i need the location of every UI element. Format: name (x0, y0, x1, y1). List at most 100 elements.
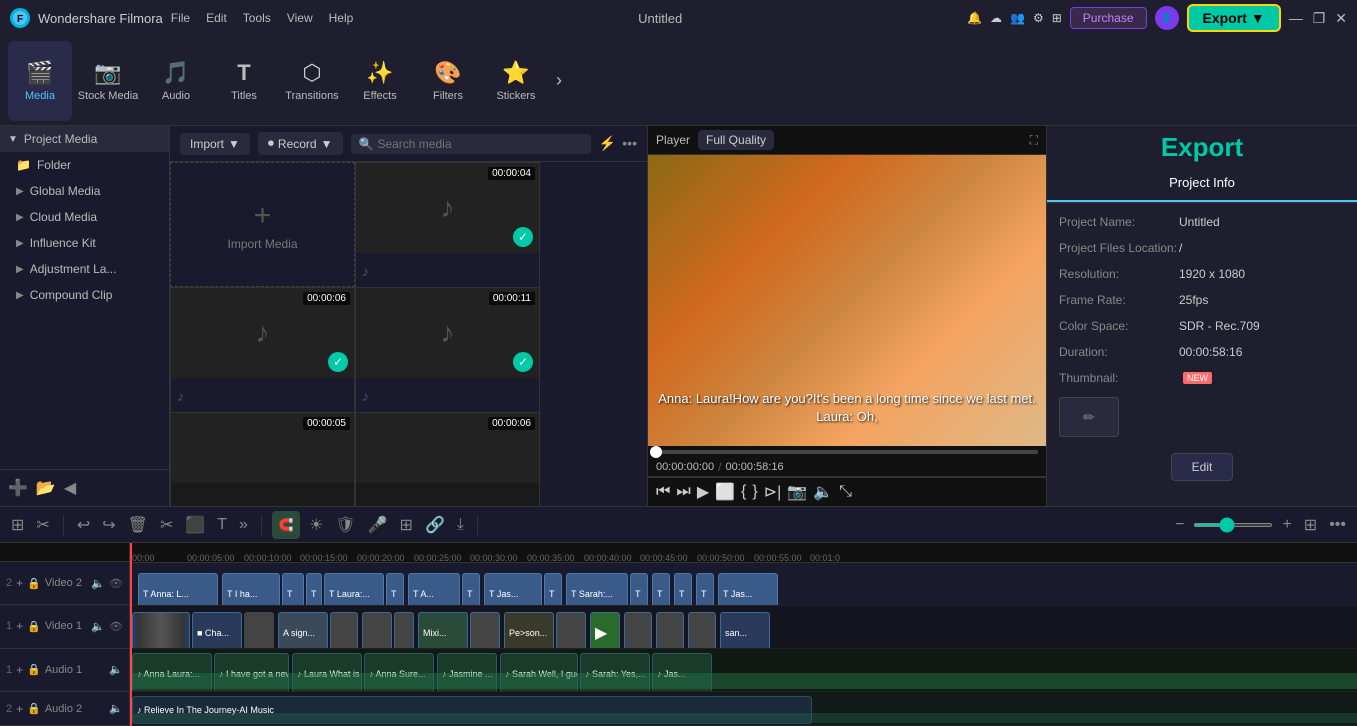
menu-tools[interactable]: Tools (243, 11, 271, 25)
track-audio-icon-a1[interactable]: 🔈 (109, 663, 123, 676)
media-card-5[interactable]: 00:00:06 ♪ (355, 412, 540, 506)
clip-v1-san[interactable]: san... (720, 612, 770, 649)
panel-item-cloud-media[interactable]: ▶ Cloud Media (0, 204, 169, 230)
tl-link-button[interactable]: 🔗 (422, 512, 448, 538)
track-audio-icon-a2[interactable]: 🔈 (109, 702, 123, 715)
toolbar-stock-media[interactable]: 📷 Stock Media (76, 41, 140, 121)
zoom-plus-button[interactable]: + (1279, 513, 1294, 537)
tab-project-info[interactable]: Project Info (1047, 165, 1357, 202)
media-card-1[interactable]: ♪ 00:00:04 ✓ ♪ (355, 162, 540, 287)
tl-text-button[interactable]: T (214, 513, 230, 537)
panel-item-global-media[interactable]: ▶ Global Media (0, 178, 169, 204)
clip-v2-3[interactable]: T (282, 573, 304, 606)
tl-more-button[interactable]: » (236, 513, 251, 537)
toolbar-stickers[interactable]: ⭐ Stickers (484, 41, 548, 121)
track-lock-icon-a1[interactable]: 🔒 (27, 663, 41, 676)
track-eye-icon-v1[interactable]: 👁 (109, 620, 123, 633)
tl-select-button[interactable]: ✂ (33, 512, 52, 538)
panel-collapse-icon[interactable]: ◀ (64, 478, 76, 498)
clip-v1-small6[interactable] (556, 612, 586, 649)
quality-button[interactable]: Full Quality (698, 130, 774, 150)
toolbar-more-arrow[interactable]: › (552, 66, 566, 95)
track-audio-icon-v2[interactable]: 🔈 (91, 577, 105, 590)
clip-v2-7[interactable]: T A... (408, 573, 460, 606)
search-input[interactable] (377, 137, 582, 151)
clip-v1-small9[interactable] (688, 612, 716, 649)
snapshot-button[interactable]: 📷 (787, 482, 807, 502)
menu-file[interactable]: File (171, 11, 190, 25)
clip-v1-cha[interactable]: ■ Cha... (192, 612, 242, 649)
mark-in-button[interactable]: { (741, 483, 746, 501)
tl-delete-button[interactable]: 🗑 (125, 512, 151, 538)
clip-v2-2[interactable]: T I ha... (222, 573, 280, 606)
tl-redo-button[interactable]: ↪ (99, 512, 118, 538)
media-card-2[interactable]: ♪ 00:00:06 ✓ ♪ (170, 287, 355, 412)
clip-v2-16[interactable]: T Jas... (718, 573, 778, 606)
clip-v1-sign[interactable]: A sign... (278, 612, 328, 649)
track-eye-icon-v2[interactable]: 👁 (109, 577, 123, 590)
fit-screen-button[interactable]: ⤡ (839, 483, 852, 501)
zoom-slider[interactable] (1193, 523, 1273, 527)
tl-undo-button[interactable]: ↩ (74, 512, 93, 538)
panel-add-icon[interactable]: ➕ (8, 478, 28, 498)
record-button[interactable]: ⏺ Record ▼ (258, 132, 343, 155)
clip-v1-green[interactable]: ▶ (590, 612, 620, 649)
track-lock-icon-v1[interactable]: 🔒 (27, 620, 41, 633)
snap-button[interactable]: 🧲 (272, 511, 300, 539)
icon-settings[interactable]: ⚙ (1033, 11, 1044, 25)
filter-icon[interactable]: ⚡ (599, 135, 616, 152)
toolbar-audio[interactable]: 🎵 Audio (144, 41, 208, 121)
track-add-icon-a2[interactable]: + (16, 702, 23, 716)
media-card-3[interactable]: ♪ 00:00:11 ✓ ♪ (355, 287, 540, 412)
icon-notification[interactable]: 🔔 (967, 11, 982, 25)
clip-v1-small1[interactable] (244, 612, 274, 649)
track-lock-icon-v2[interactable]: 🔒 (27, 577, 41, 590)
clip-v2-15[interactable]: T (696, 573, 714, 606)
tl-shield-button[interactable]: 🛡 (332, 512, 358, 538)
thumbnail-box[interactable]: ✏ (1059, 397, 1119, 437)
import-media-card[interactable]: + Import Media (170, 162, 355, 287)
menu-help[interactable]: Help (329, 11, 354, 25)
avatar[interactable]: 👤 (1155, 6, 1179, 30)
clip-v1-small5[interactable] (470, 612, 500, 649)
panel-item-compound-clip[interactable]: ▶ Compound Clip (0, 282, 169, 308)
clip-v1-small8[interactable] (656, 612, 684, 649)
tl-split-button[interactable]: ⬛ (182, 512, 208, 538)
clip-v2-13[interactable]: T (652, 573, 670, 606)
panel-item-folder[interactable]: 📁 Folder (0, 152, 169, 178)
export-frame-button[interactable]: ⊳| (764, 482, 782, 502)
clip-v1-small4[interactable] (394, 612, 414, 649)
icon-community[interactable]: 👥 (1010, 11, 1025, 25)
mark-out-button[interactable]: } (752, 483, 757, 501)
panel-item-adjustment-layer[interactable]: ▶ Adjustment La... (0, 256, 169, 282)
tl-group-button[interactable]: ⊞ (397, 512, 416, 538)
zoom-minus-button[interactable]: − (1172, 513, 1187, 537)
minimize-button[interactable]: — (1289, 10, 1303, 27)
track-lock-icon-a2[interactable]: 🔒 (27, 702, 41, 715)
panel-folder-icon[interactable]: 📂 (36, 478, 56, 498)
track-add-icon-v2[interactable]: + (16, 576, 23, 590)
step-fwd-button[interactable]: ⏭ (676, 483, 690, 501)
toolbar-transitions[interactable]: ⬡ Transitions (280, 41, 344, 121)
menu-view[interactable]: View (287, 11, 313, 25)
export-button[interactable]: Export ▼ (1187, 4, 1281, 32)
clip-v2-1[interactable]: T Anna: L... (138, 573, 218, 606)
toolbar-titles[interactable]: T Titles (212, 41, 276, 121)
clip-v1-small3[interactable] (362, 612, 392, 649)
icon-backup[interactable]: ☁ (990, 11, 1002, 25)
clip-v2-12[interactable]: T (630, 573, 648, 606)
clip-v2-6[interactable]: T (386, 573, 404, 606)
close-button[interactable]: ✕ (1335, 10, 1347, 27)
tl-sun-button[interactable]: ☀ (306, 512, 326, 538)
track-audio-icon-v1[interactable]: 🔈 (91, 620, 105, 633)
more-icon[interactable]: ••• (622, 135, 637, 152)
panel-item-influence-kit[interactable]: ▶ Influence Kit (0, 230, 169, 256)
clip-v1-small7[interactable] (624, 612, 652, 649)
tl-mic-button[interactable]: 🎤 (365, 512, 391, 538)
icon-apps[interactable]: ⊞ (1052, 11, 1062, 25)
clip-v2-10[interactable]: T (544, 573, 562, 606)
stop-button[interactable]: ⬜ (715, 482, 735, 502)
media-card-4[interactable]: 00:00:05 ♪ (170, 412, 355, 506)
clip-v2-9[interactable]: T Jas... (484, 573, 542, 606)
audio-button[interactable]: 🔈 (813, 482, 833, 502)
